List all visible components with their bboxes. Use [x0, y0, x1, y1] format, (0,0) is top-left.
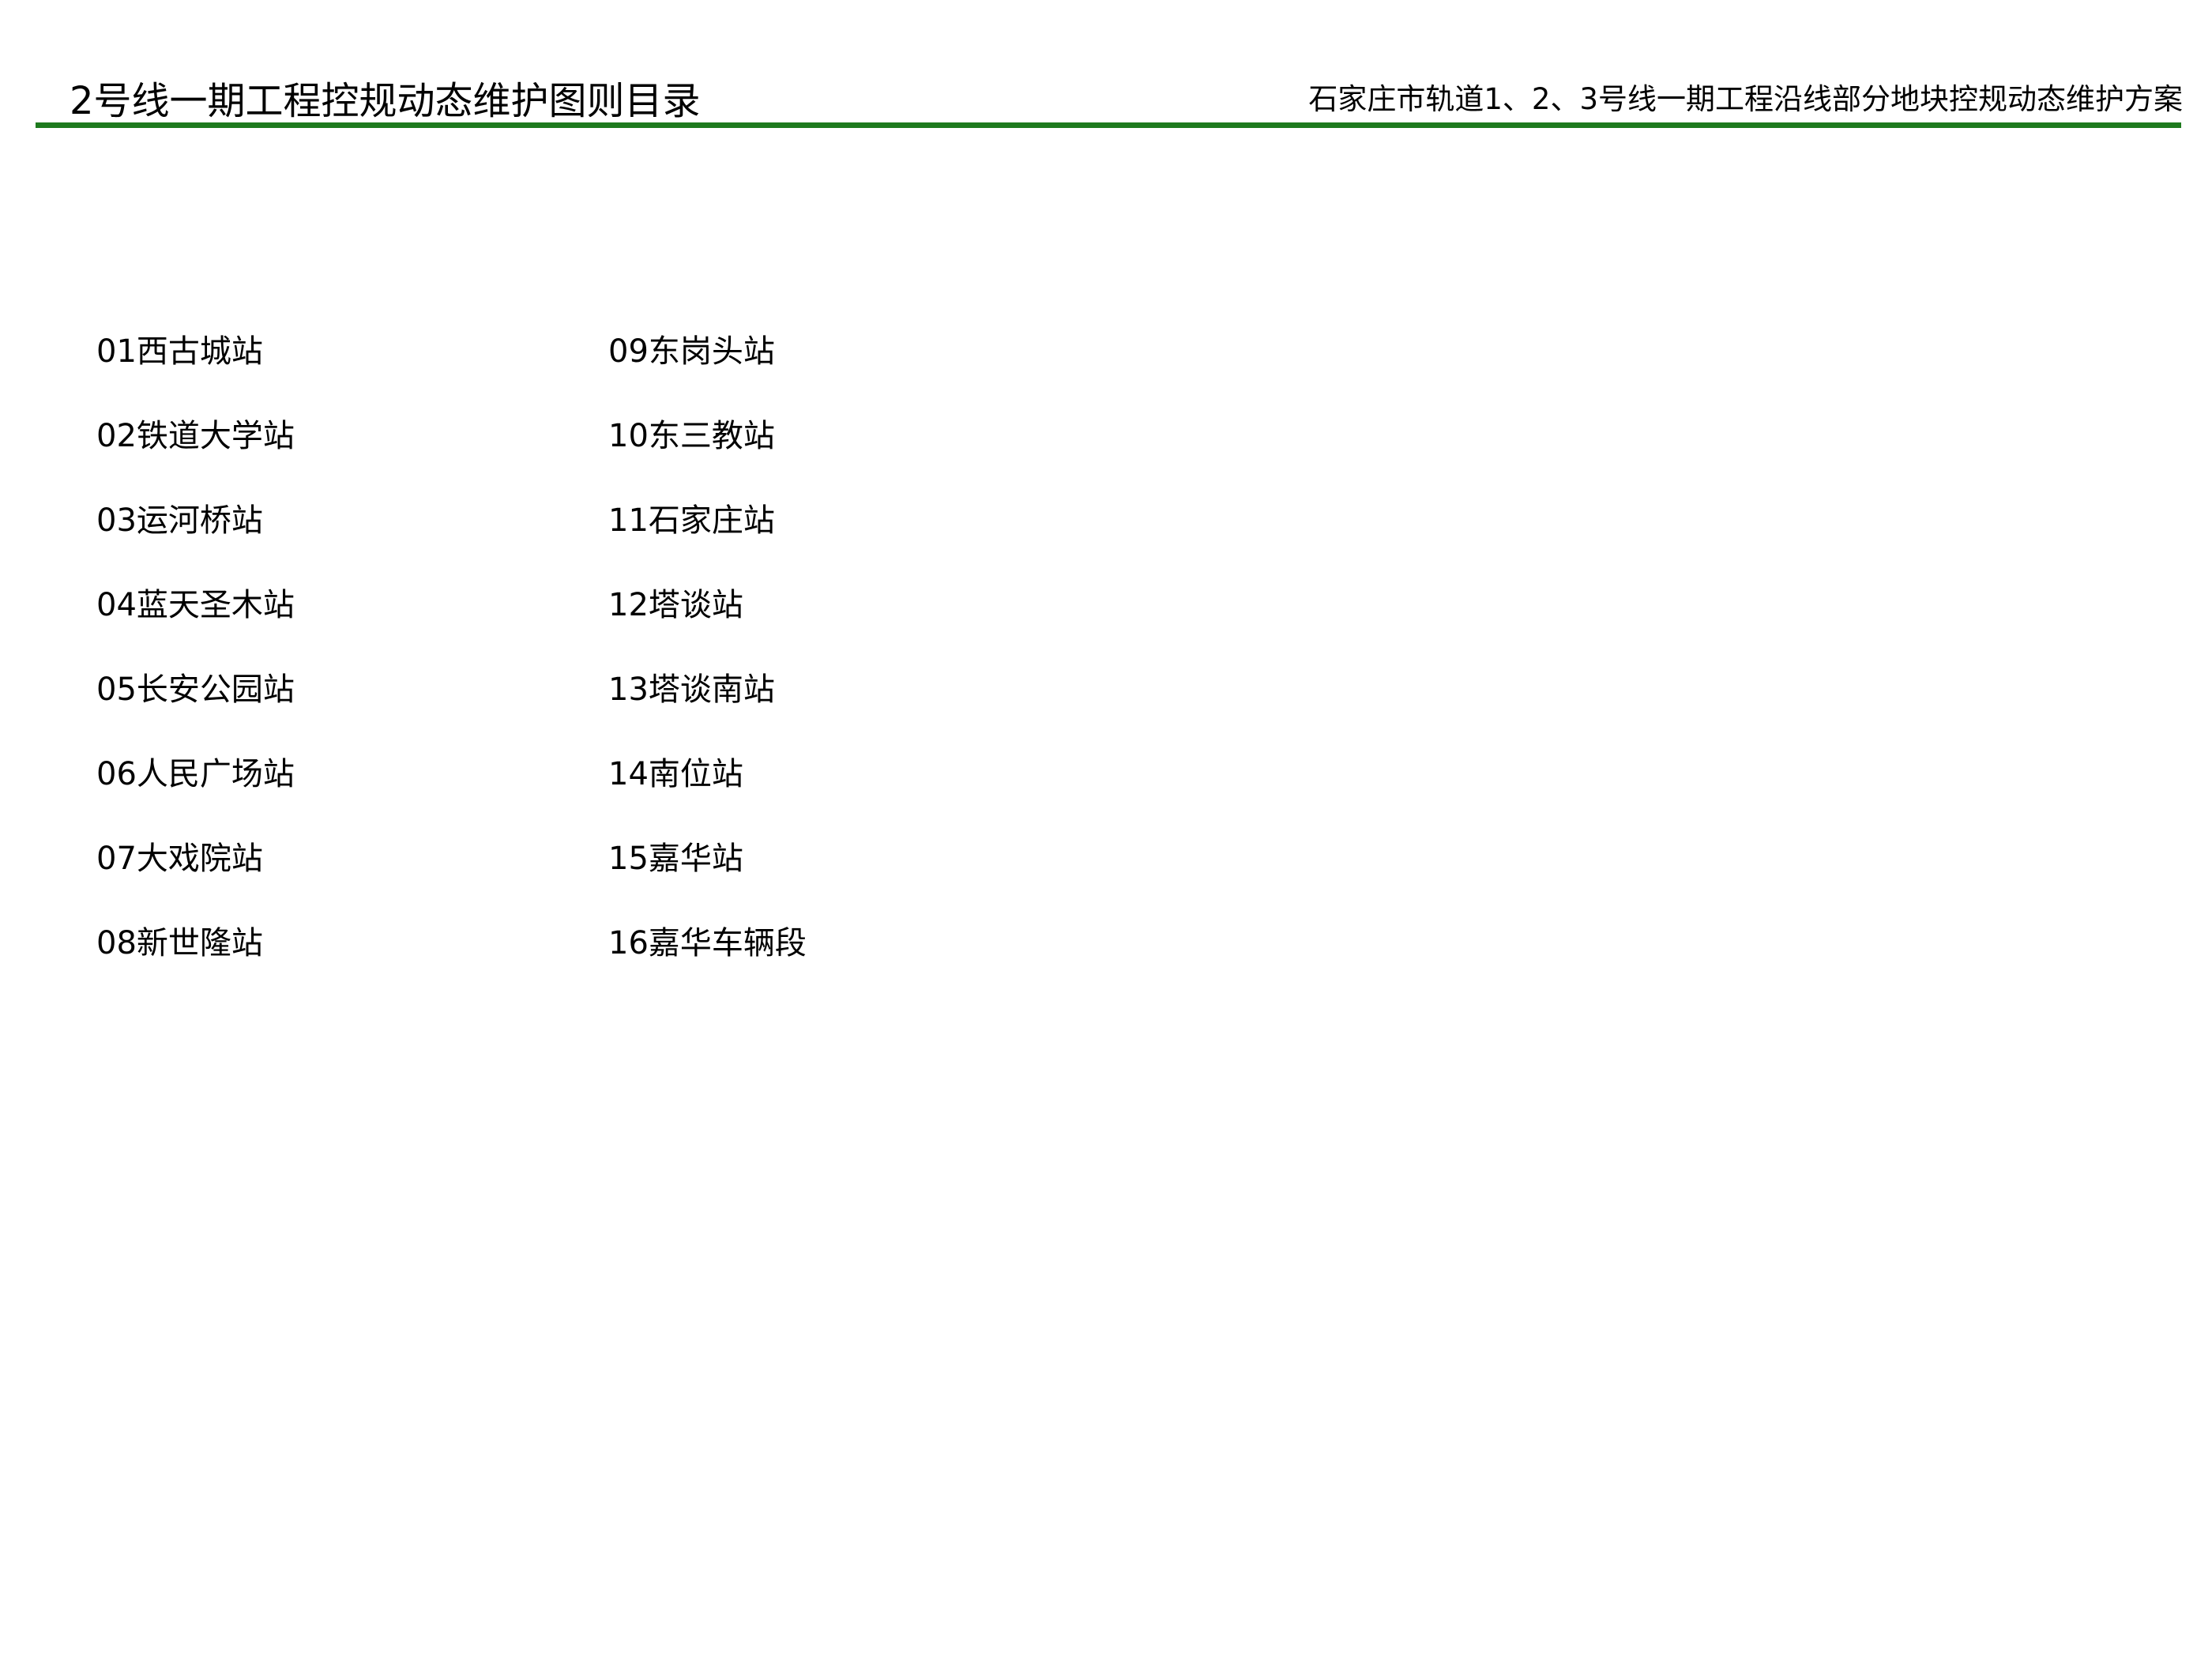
header-divider: [36, 122, 2181, 128]
toc-item-xigucheng-station: 01西古城站: [96, 333, 263, 370]
toc-item-jiahua-depot: 16嘉华车辆段: [608, 925, 807, 961]
page-title: 2号线一期工程控规动态维护图则目录: [70, 79, 701, 123]
toc-item-yunheqiao-station: 03运河桥站: [96, 502, 263, 539]
toc-item-nanwei-station: 14南位站: [608, 756, 743, 792]
toc-item-tatan-nan-station: 13塔谈南站: [608, 672, 775, 708]
toc-item-daxiyuan-station: 07大戏院站: [96, 841, 263, 877]
toc-item-changan-gongyuan-station: 05长安公园站: [96, 672, 295, 708]
toc-column-right: 09东岗头站 10东三教站 11石家庄站 12塔谈站 13塔谈南站 14南位站 …: [608, 332, 807, 1008]
toc-item-dongsanjiao-station: 10东三教站: [608, 418, 775, 454]
project-title: 石家庄市轨道1、2、3号线一期工程沿线部分地块控规动态维护方案: [1308, 82, 2183, 116]
toc-item-xinshilong-station: 08新世隆站: [96, 925, 263, 961]
toc-item-jiahua-station: 15嘉华站: [608, 841, 743, 877]
toc-item-tiedao-daxue-station: 02铁道大学站: [96, 418, 295, 454]
toc-item-tatan-station: 12塔谈站: [608, 587, 743, 623]
toc-item-renmin-guangchang-station: 06人民广场站: [96, 756, 295, 792]
toc-item-lantian-shengmu-station: 04蓝天圣木站: [96, 587, 295, 623]
toc-item-donggangtou-station: 09东岗头站: [608, 333, 775, 370]
toc-column-left: 01西古城站 02铁道大学站 03运河桥站 04蓝天圣木站 05长安公园站 06…: [96, 332, 295, 1008]
page-header: 2号线一期工程控规动态维护图则目录 石家庄市轨道1、2、3号线一期工程沿线部分地…: [0, 0, 2212, 134]
toc-item-shijiazhuang-station: 11石家庄站: [608, 502, 775, 539]
